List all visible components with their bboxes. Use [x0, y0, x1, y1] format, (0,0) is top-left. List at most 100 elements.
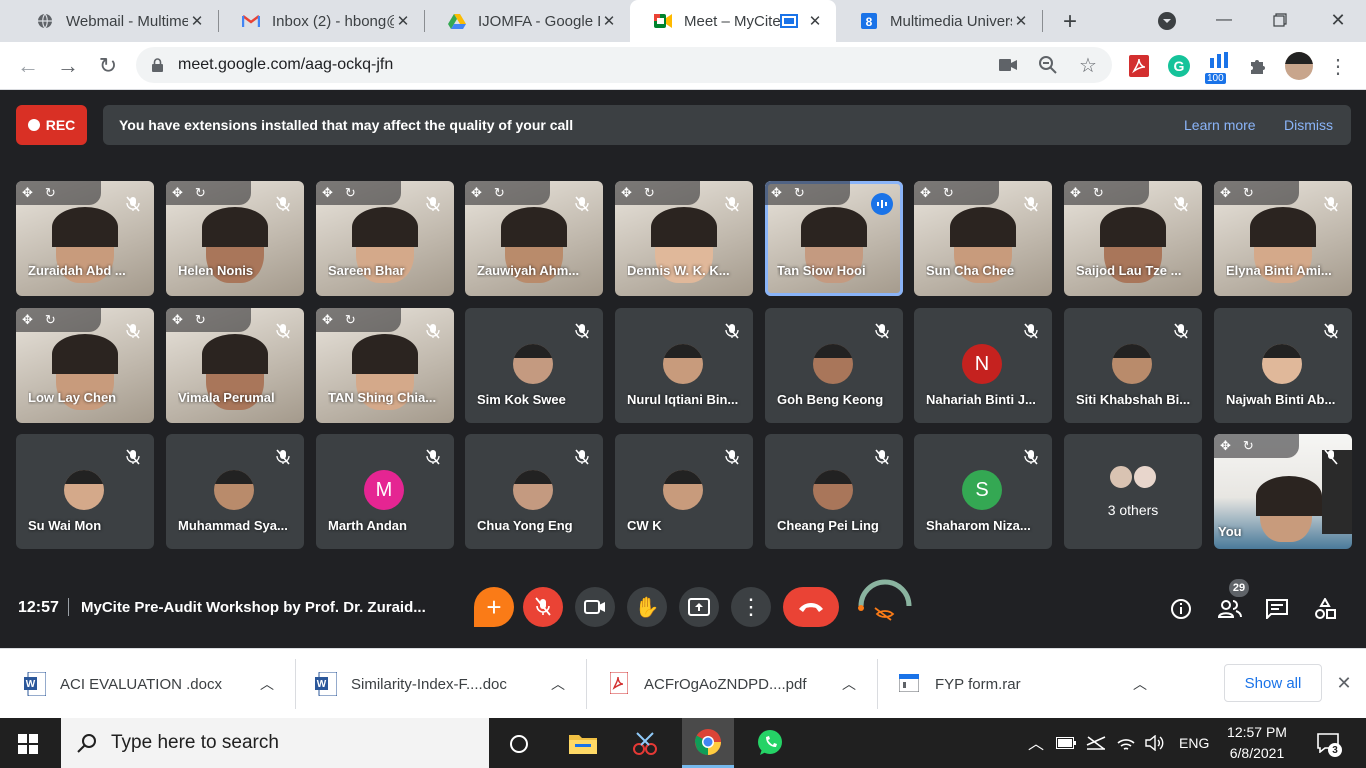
refresh-icon[interactable]: ↻: [345, 185, 356, 201]
chevron-up-icon[interactable]: ︿: [1026, 732, 1046, 753]
camera-toggle-button[interactable]: [575, 587, 615, 627]
participant-tile[interactable]: ✥ ↻ TAN Shing Chia...: [316, 308, 454, 423]
people-button[interactable]: [1216, 597, 1244, 621]
refresh-icon[interactable]: ↻: [1243, 438, 1254, 454]
others-tile[interactable]: 3 others: [1064, 434, 1202, 549]
wifi-icon[interactable]: [1115, 733, 1137, 753]
participant-tile[interactable]: ✥ ↻ Dennis W. K. K...: [615, 181, 753, 296]
move-icon[interactable]: ✥: [22, 312, 33, 328]
close-tab-icon[interactable]: ✕: [806, 12, 824, 30]
move-icon[interactable]: ✥: [172, 185, 183, 201]
chat-icon[interactable]: [1265, 597, 1289, 621]
clock-date[interactable]: 6/8/2021: [1222, 745, 1292, 761]
restore-icon[interactable]: [1266, 6, 1294, 34]
bookmark-star-icon[interactable]: ☆: [1076, 53, 1100, 77]
participant-tile[interactable]: Najwah Binti Ab...: [1214, 308, 1352, 423]
download-item[interactable]: FYP form.rar ︿: [898, 649, 1153, 719]
extension-gauge[interactable]: [857, 578, 913, 628]
snipping-tool-icon[interactable]: [630, 730, 660, 756]
download-item[interactable]: W Similarity-Index-F....doc ︿: [315, 649, 585, 719]
move-icon[interactable]: ✥: [22, 185, 33, 201]
meeting-info-icon[interactable]: [1169, 597, 1193, 621]
windows-start-icon[interactable]: [16, 732, 40, 756]
participant-tile[interactable]: ✥ ↻ Elyna Binti Ami...: [1214, 181, 1352, 296]
participant-tile[interactable]: Sim Kok Swee: [465, 308, 603, 423]
new-tab-icon[interactable]: +: [1056, 8, 1084, 36]
tab-search-icon[interactable]: [1156, 10, 1178, 32]
participant-tile[interactable]: ✥ ↻ Saijod Lau Tze ...: [1064, 181, 1202, 296]
participant-tile[interactable]: S Shaharom Niza...: [914, 434, 1052, 549]
participant-tile[interactable]: Muhammad Sya...: [166, 434, 304, 549]
move-icon[interactable]: ✥: [621, 185, 632, 201]
participant-tile[interactable]: Chua Yong Eng: [465, 434, 603, 549]
tab-inbox[interactable]: Inbox (2) - hbong@ ✕: [218, 0, 424, 42]
refresh-icon[interactable]: ↻: [943, 185, 954, 201]
chevron-up-icon[interactable]: ︿: [551, 674, 565, 694]
extension-badge-icon[interactable]: 100: [1205, 50, 1233, 84]
language-indicator[interactable]: ENG: [1179, 735, 1209, 751]
participant-tile[interactable]: ✥ ↻ Zauwiyah Ahm...: [465, 181, 603, 296]
refresh-icon[interactable]: ↻: [644, 185, 655, 201]
participant-tile[interactable]: N Nahariah Binti J...: [914, 308, 1052, 423]
move-icon[interactable]: ✥: [322, 312, 333, 328]
close-download-bar-icon[interactable]: ✕: [1332, 671, 1356, 695]
refresh-icon[interactable]: ↻: [195, 185, 206, 201]
participant-tile[interactable]: Cheang Pei Ling: [765, 434, 903, 549]
move-icon[interactable]: ✥: [920, 185, 931, 201]
tab-meet[interactable]: Meet – MyCite ✕: [630, 0, 836, 42]
tab-webmail[interactable]: Webmail - Multimedia ✕: [12, 0, 218, 42]
close-tab-icon[interactable]: ✕: [188, 12, 206, 30]
menu-kebab-icon[interactable]: ⋮: [1328, 54, 1348, 78]
mic-toggle-button[interactable]: [523, 587, 563, 627]
participant-tile[interactable]: Siti Khabshah Bi...: [1064, 308, 1202, 423]
participant-tile[interactable]: ✥ ↻ Tan Siow Hooi: [765, 181, 903, 296]
move-icon[interactable]: ✥: [1070, 185, 1081, 201]
chevron-up-icon[interactable]: ︿: [260, 674, 274, 694]
refresh-icon[interactable]: ↻: [45, 312, 56, 328]
refresh-icon[interactable]: ↻: [195, 312, 206, 328]
whatsapp-icon[interactable]: [755, 728, 785, 758]
activities-button[interactable]: +: [474, 587, 514, 627]
pdf-extension-icon[interactable]: [1127, 54, 1151, 78]
tab-ijomfa[interactable]: IJOMFA - Google Drive ✕: [424, 0, 630, 42]
reload-icon[interactable]: ↻: [94, 52, 122, 80]
move-icon[interactable]: ✥: [471, 185, 482, 201]
taskbar-search-box[interactable]: Type here to search: [61, 718, 489, 768]
close-tab-icon[interactable]: ✕: [600, 12, 618, 30]
address-bar[interactable]: meet.google.com/aag-ockq-jfn ☆: [136, 47, 1112, 83]
participant-tile[interactable]: Su Wai Mon: [16, 434, 154, 549]
back-icon[interactable]: ←: [14, 52, 42, 80]
chevron-up-icon[interactable]: ︿: [1133, 674, 1147, 694]
file-explorer-icon[interactable]: [568, 730, 598, 756]
participant-tile[interactable]: ✥ ↻ Sareen Bhar: [316, 181, 454, 296]
move-icon[interactable]: ✥: [771, 185, 782, 201]
notifications-icon[interactable]: 3: [1314, 729, 1342, 757]
tab-mmu[interactable]: 8 Multimedia University ✕: [836, 0, 1042, 42]
participant-tile[interactable]: Goh Beng Keong: [765, 308, 903, 423]
battery-icon[interactable]: [1055, 733, 1077, 753]
zoom-icon[interactable]: [1038, 55, 1058, 75]
refresh-icon[interactable]: ↻: [45, 185, 56, 201]
close-window-icon[interactable]: ✕: [1324, 6, 1352, 34]
show-all-button[interactable]: Show all: [1224, 664, 1322, 702]
more-options-button[interactable]: ⋮: [731, 587, 771, 627]
move-icon[interactable]: ✥: [322, 185, 333, 201]
move-icon[interactable]: ✥: [1220, 438, 1231, 454]
participant-tile[interactable]: M Marth Andan: [316, 434, 454, 549]
leave-call-button[interactable]: [783, 587, 839, 627]
activities-icon[interactable]: [1313, 597, 1337, 621]
forward-icon[interactable]: →: [54, 52, 82, 80]
camera-icon[interactable]: [998, 55, 1018, 75]
learn-more-link[interactable]: Learn more: [1184, 117, 1256, 133]
raise-hand-button[interactable]: ✋: [627, 587, 667, 627]
close-tab-icon[interactable]: ✕: [1012, 12, 1030, 30]
refresh-icon[interactable]: ↻: [494, 185, 505, 201]
volume-icon[interactable]: [1144, 733, 1166, 753]
close-tab-icon[interactable]: ✕: [394, 12, 412, 30]
dismiss-link[interactable]: Dismiss: [1284, 117, 1333, 133]
present-button[interactable]: [679, 587, 719, 627]
grammarly-icon[interactable]: G: [1167, 54, 1191, 78]
participant-tile[interactable]: ✥ ↻ Vimala Perumal: [166, 308, 304, 423]
download-item[interactable]: W ACI EVALUATION .docx ︿: [24, 649, 294, 719]
move-icon[interactable]: ✥: [1220, 185, 1231, 201]
